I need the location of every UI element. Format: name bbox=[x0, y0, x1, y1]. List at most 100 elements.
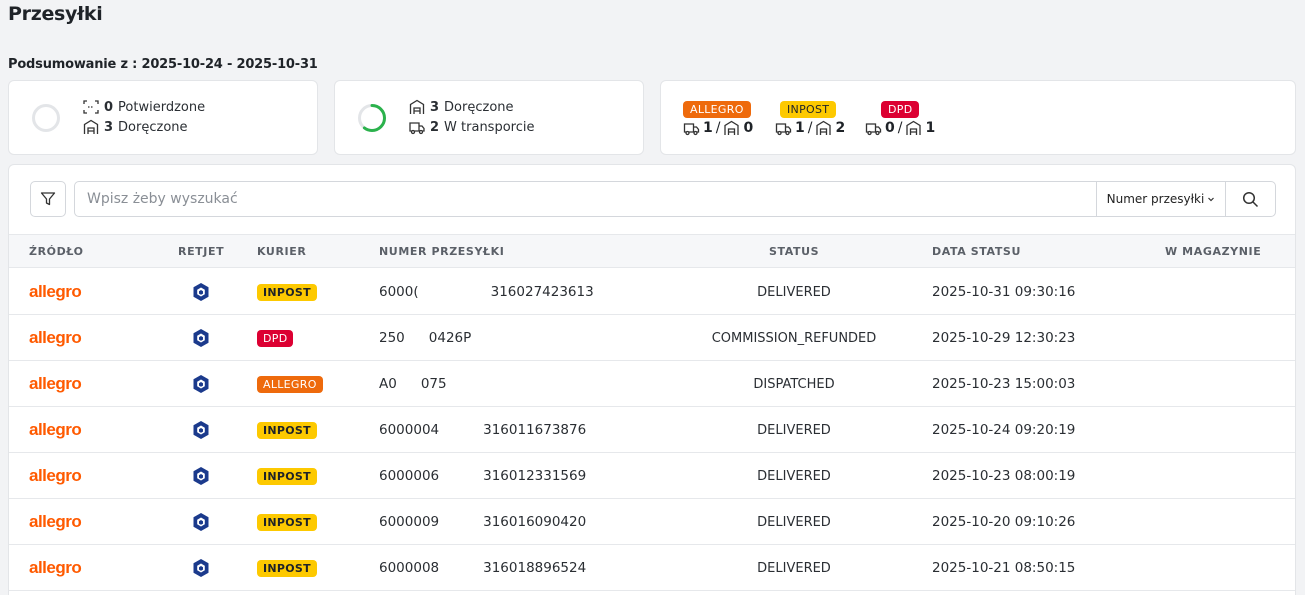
status-cell: DELIVERED bbox=[757, 468, 831, 484]
shipment-number-cell[interactable]: 6000008 316018896524 bbox=[379, 545, 586, 591]
shipment-number-end: 316027423613 bbox=[490, 284, 594, 300]
shipment-number-cell[interactable]: A0 075 bbox=[379, 361, 447, 407]
status-date-cell: 2025-10-31 09:30:16 bbox=[932, 284, 1076, 300]
table-row[interactable]: allegro INPOST 6000008 316018896524 DELIVERE… bbox=[9, 545, 1295, 591]
source-cell: allegro bbox=[29, 453, 82, 499]
courier-cell: INPOST bbox=[257, 453, 317, 499]
courier-cell: INPOST bbox=[257, 545, 317, 591]
courier-badge: DPD bbox=[257, 329, 294, 347]
retjet-cell bbox=[192, 499, 210, 545]
progress-ring-icon bbox=[358, 104, 386, 132]
column-header-warehouse[interactable]: W MAGAZYNIE bbox=[1165, 245, 1261, 258]
courier-badge: INPOST bbox=[257, 467, 317, 485]
column-header-retjet[interactable]: RETJET bbox=[178, 245, 224, 258]
shipment-number-start: 6000008 bbox=[379, 560, 440, 576]
status-date-cell: 2025-10-21 08:50:15 bbox=[932, 560, 1076, 576]
redacted-area bbox=[418, 283, 491, 301]
search-field-select[interactable]: Numer przesyłki bbox=[1096, 182, 1225, 216]
courier-badge: ALLEGRO bbox=[683, 101, 751, 118]
courier-badge: INPOST bbox=[257, 559, 317, 577]
table-row[interactable]: allegro INPOST 6000006 316012331569 DELIVERE… bbox=[9, 453, 1295, 499]
courier-badge: INPOST bbox=[257, 421, 317, 439]
source-cell: allegro bbox=[29, 361, 82, 407]
allegro-logo: allegro bbox=[29, 282, 82, 301]
retjet-icon bbox=[193, 513, 209, 531]
table-row[interactable]: allegro INPOST 6000009 316016090420 DELIVERE… bbox=[9, 499, 1295, 545]
table-row[interactable]: allegro ALLEGRO A0 075 DISPATCHED 2025-10-23 … bbox=[9, 361, 1295, 407]
page-title: Przesyłki bbox=[8, 3, 103, 25]
shipment-number-cell[interactable]: 6000004 316011673876 bbox=[379, 407, 586, 453]
retjet-cell bbox=[192, 545, 210, 591]
scan-icon bbox=[83, 100, 99, 114]
courier-badge: INPOST bbox=[257, 513, 317, 531]
summary-card-couriers: ALLEGRO 1/ 0 INPOST 1/ 2 DPD 0/ 1 bbox=[660, 80, 1296, 155]
shipment-number-end: 0426P bbox=[428, 330, 472, 346]
allegro-logo: allegro bbox=[29, 420, 82, 439]
source-cell: allegro bbox=[29, 407, 82, 453]
shipment-number-start: 6000004 bbox=[379, 422, 440, 438]
retjet-icon bbox=[193, 283, 209, 301]
status-date-cell: 2025-10-20 09:10:26 bbox=[932, 514, 1076, 530]
retjet-cell bbox=[192, 361, 210, 407]
courier-badge: INPOST bbox=[257, 283, 317, 301]
status-cell: DELIVERED bbox=[757, 560, 831, 576]
summary-period-label: Podsumowanie z : 2025-10-24 - 2025-10-31 bbox=[8, 57, 318, 72]
column-header-courier[interactable]: KURIER bbox=[257, 245, 306, 258]
shipment-number-cell[interactable]: 6000006 316012331569 bbox=[379, 453, 586, 499]
retjet-cell bbox=[192, 453, 210, 499]
shipment-number-end: 316012331569 bbox=[483, 468, 587, 484]
shipment-number-start: 6000006 bbox=[379, 468, 440, 484]
warehouse-icon bbox=[409, 99, 425, 114]
filter-icon bbox=[40, 192, 56, 206]
courier-cell: ALLEGRO bbox=[257, 361, 323, 407]
courier-cell: DPD bbox=[257, 315, 294, 361]
stat-delivered: 3 Doręczone bbox=[83, 119, 188, 135]
courier-summary-allegro: ALLEGRO 1/ 0 bbox=[683, 98, 753, 136]
retjet-icon bbox=[193, 329, 209, 347]
filter-button[interactable] bbox=[30, 181, 66, 217]
status-cell: DELIVERED bbox=[757, 284, 831, 300]
shipment-number-end: 316016090420 bbox=[483, 514, 587, 530]
source-cell: allegro bbox=[29, 545, 82, 591]
truck-icon bbox=[775, 123, 792, 136]
retjet-cell bbox=[192, 315, 210, 361]
shipment-number-end: 316018896524 bbox=[483, 560, 587, 576]
redacted-area bbox=[404, 329, 429, 347]
redacted-area bbox=[396, 375, 421, 393]
shipments-panel: Numer przesyłki ŹRÓDŁO RETJET KURIER NUM… bbox=[8, 164, 1296, 595]
table-header: ŹRÓDŁO RETJET KURIER NUMER PRZESYŁKI STA… bbox=[9, 234, 1295, 268]
redacted-area bbox=[439, 467, 484, 485]
warehouse-icon bbox=[83, 119, 99, 134]
progress-ring-icon bbox=[32, 104, 60, 132]
status-date-cell: 2025-10-24 09:20:19 bbox=[932, 422, 1076, 438]
shipment-number-cell[interactable]: 250 0426P bbox=[379, 315, 471, 361]
search-field-select-label: Numer przesyłki bbox=[1106, 192, 1205, 206]
courier-summary-dpd: DPD 0/ 1 bbox=[865, 98, 935, 136]
status-date-cell: 2025-10-29 12:30:23 bbox=[932, 330, 1076, 346]
column-header-status[interactable]: STATUS bbox=[769, 245, 819, 258]
table-row[interactable]: allegro INPOST 6000004 316011673876 DELIVERE… bbox=[9, 407, 1295, 453]
courier-cell: INPOST bbox=[257, 407, 317, 453]
retjet-icon bbox=[193, 375, 209, 393]
retjet-icon bbox=[193, 559, 209, 577]
shipment-number-cell[interactable]: 6000(316027423613 bbox=[379, 269, 594, 315]
source-cell: allegro bbox=[29, 269, 82, 315]
search-input[interactable] bbox=[75, 182, 1096, 216]
column-header-number[interactable]: NUMER PRZESYŁKI bbox=[379, 245, 505, 258]
allegro-logo: allegro bbox=[29, 466, 82, 485]
source-cell: allegro bbox=[29, 499, 82, 545]
courier-badge: ALLEGRO bbox=[257, 375, 323, 393]
table-row[interactable]: allegro INPOST 6000(316027423613 DELIVERED 2… bbox=[9, 269, 1295, 315]
shipment-number-cell[interactable]: 6000009 316016090420 bbox=[379, 499, 586, 545]
table-row[interactable]: allegro DPD 250 0426P COMMISSION_REFUNDED 202… bbox=[9, 315, 1295, 361]
stat-delivered: 3 Doręczone bbox=[409, 99, 514, 115]
column-header-source[interactable]: ŹRÓDŁO bbox=[29, 245, 84, 258]
courier-cell: INPOST bbox=[257, 269, 317, 315]
allegro-logo: allegro bbox=[29, 512, 82, 531]
column-header-status-date[interactable]: DATA STATSU bbox=[932, 245, 1021, 258]
redacted-area bbox=[439, 513, 484, 531]
status-cell: DELIVERED bbox=[757, 422, 831, 438]
retjet-icon bbox=[193, 421, 209, 439]
search-button[interactable] bbox=[1225, 182, 1275, 216]
summary-card-confirmed: 0 Potwierdzone 3 Doręczone bbox=[8, 80, 318, 155]
